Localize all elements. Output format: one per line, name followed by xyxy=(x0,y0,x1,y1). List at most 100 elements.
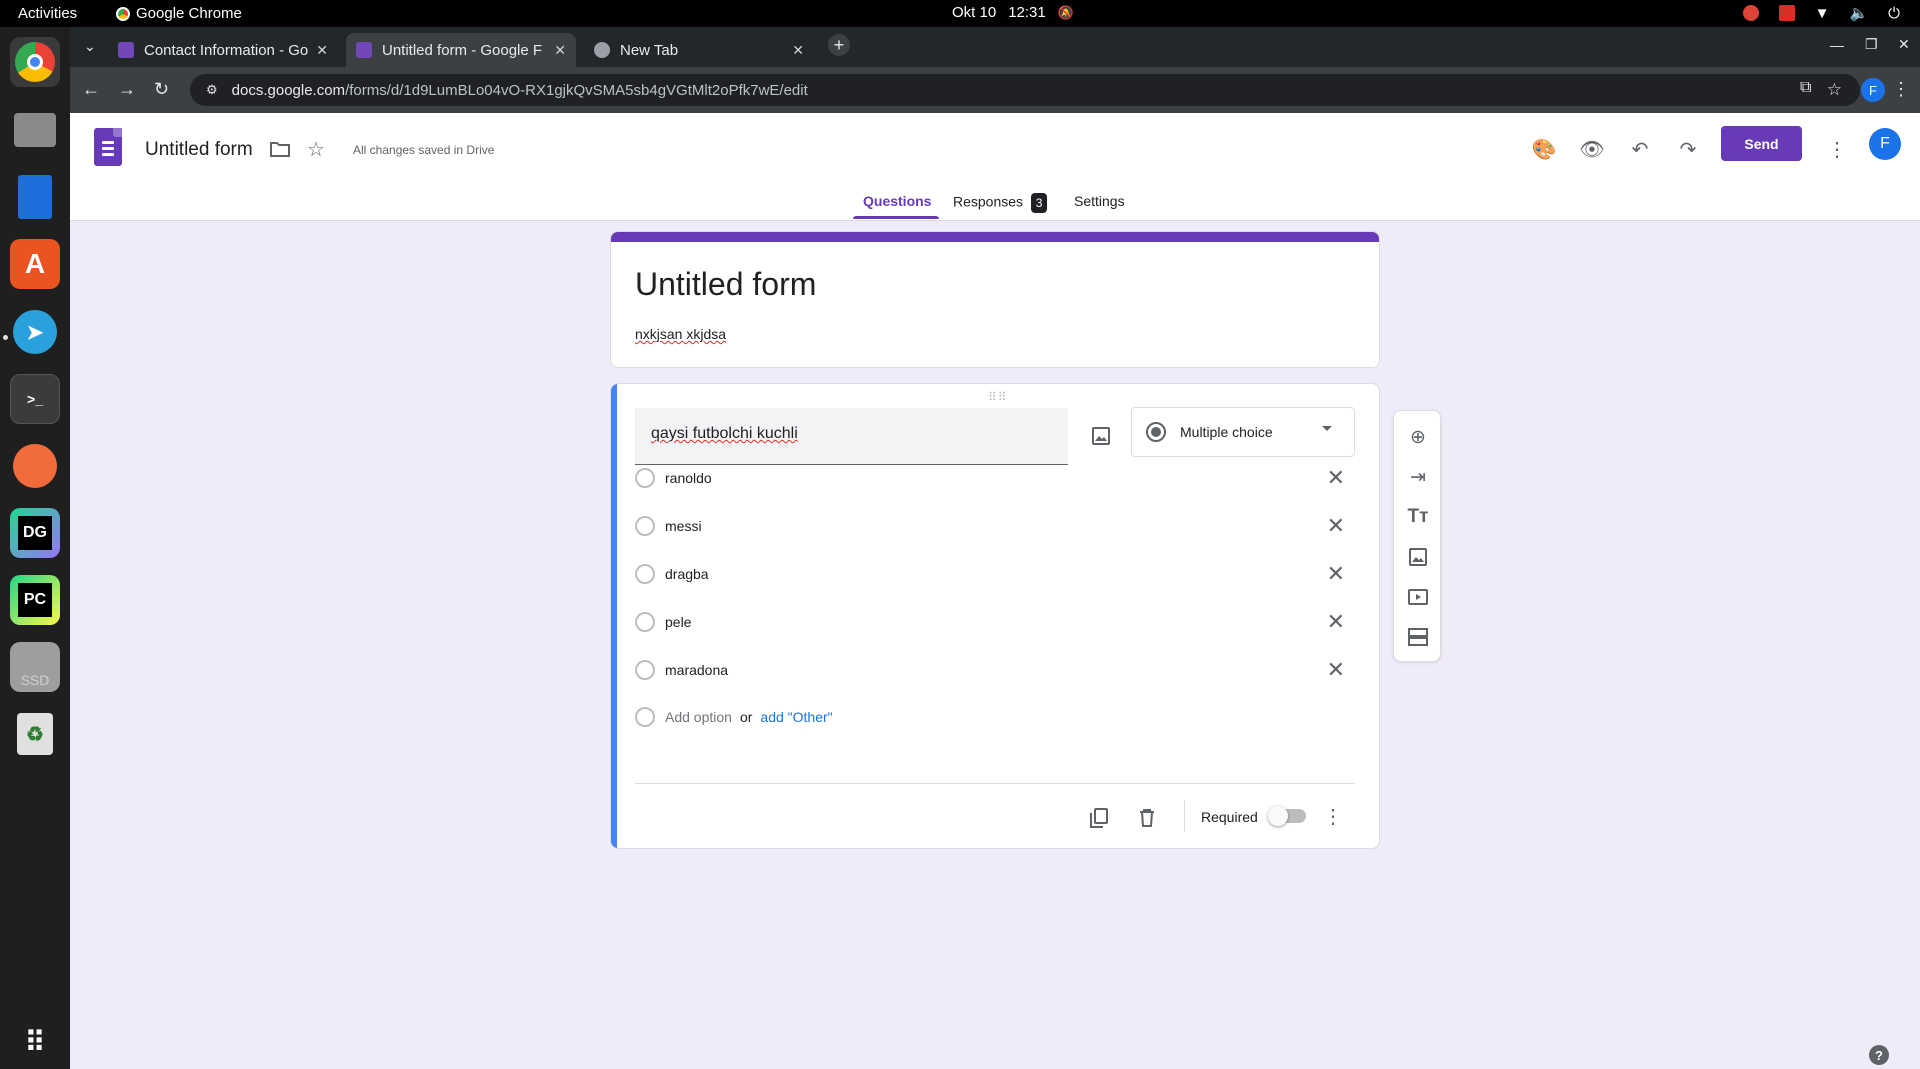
close-tab-icon[interactable]: ✕ xyxy=(792,42,804,59)
ssd-drive-dock-icon[interactable]: SSD xyxy=(10,642,60,692)
tab-new-tab[interactable]: New Tab ✕ xyxy=(584,33,814,67)
undo-icon[interactable]: ↶ xyxy=(1626,135,1654,163)
back-icon[interactable]: ← xyxy=(82,79,100,100)
remove-option-icon[interactable]: ✕ xyxy=(1327,561,1345,587)
google-forms-logo-icon[interactable] xyxy=(94,128,122,166)
remove-option-icon[interactable]: ✕ xyxy=(1327,513,1345,539)
add-section-icon[interactable] xyxy=(1402,621,1434,653)
dropdown-arrow-icon xyxy=(1322,426,1332,431)
minimize-icon[interactable]: — xyxy=(1830,37,1844,53)
add-image-icon[interactable] xyxy=(1402,541,1434,573)
add-video-icon[interactable] xyxy=(1402,581,1434,613)
clock[interactable]: Okt 10 12:31 🔕 xyxy=(952,4,1074,21)
show-apps-grid-icon[interactable]: ⠿ xyxy=(10,1017,60,1067)
option-label[interactable]: messi xyxy=(665,518,702,534)
profile-avatar[interactable]: F xyxy=(1861,78,1885,102)
form-title[interactable]: Untitled form xyxy=(635,266,816,303)
terminal-dock-icon[interactable]: >_ xyxy=(10,374,60,424)
trash-dock-icon[interactable]: ♻ xyxy=(10,709,60,759)
datagrip-dock-icon[interactable]: DG xyxy=(10,508,60,558)
forward-icon[interactable]: → xyxy=(118,79,136,100)
more-options-icon[interactable]: ⋮ xyxy=(1823,135,1851,163)
help-icon[interactable]: ? xyxy=(1869,1045,1889,1065)
title-card-accent-bar xyxy=(611,232,1379,242)
document-title[interactable]: Untitled form xyxy=(145,139,253,161)
form-title-card[interactable]: Untitled form nxkjsan xkjdsa xyxy=(610,231,1380,368)
extensions-puzzle-icon[interactable]: ⧉ xyxy=(1800,79,1811,97)
screen-record-icon xyxy=(1778,5,1795,21)
save-status: All changes saved in Drive xyxy=(353,143,495,157)
tab-search-icon[interactable]: ⌄ xyxy=(84,38,96,55)
option-row[interactable]: ranoldo ✕ xyxy=(635,463,1355,493)
tab-responses[interactable]: Responses 3 xyxy=(953,193,1048,213)
add-image-icon[interactable] xyxy=(1085,420,1117,452)
duplicate-icon[interactable] xyxy=(1083,802,1115,834)
forms-favicon-icon xyxy=(118,42,134,58)
close-tab-icon[interactable]: ✕ xyxy=(316,42,328,59)
chrome-menu-icon[interactable]: ⋮ xyxy=(1892,79,1910,100)
system-tray[interactable]: ▼ 🔈 ⏻ xyxy=(1742,4,1900,22)
clock-date: Okt 10 xyxy=(952,4,997,21)
customize-theme-icon[interactable]: 🎨 xyxy=(1530,135,1558,163)
software-dock-icon[interactable]: A xyxy=(10,239,60,289)
question-title-text: qaysi futbolchi kuchli xyxy=(651,425,798,442)
remove-option-icon[interactable]: ✕ xyxy=(1327,465,1345,491)
browser-toolbar: ← → ↻ ⚙ docs.google.com /forms/d/1d9LumB… xyxy=(70,67,1920,113)
files-dock-icon[interactable] xyxy=(10,105,60,155)
tab-settings[interactable]: Settings xyxy=(1074,193,1125,209)
new-tab-button[interactable]: + xyxy=(828,34,850,56)
question-title-input[interactable]: qaysi futbolchi kuchli xyxy=(635,408,1068,465)
bookmark-star-icon[interactable]: ☆ xyxy=(1827,80,1842,100)
activities-button[interactable]: Activities xyxy=(18,5,77,22)
add-option-button[interactable]: Add option xyxy=(665,709,732,725)
option-row[interactable]: dragba ✕ xyxy=(635,559,1355,589)
add-title-description-icon[interactable]: Tт xyxy=(1402,501,1434,533)
add-question-icon[interactable]: ⊕ xyxy=(1402,421,1434,453)
writer-dock-icon[interactable] xyxy=(10,172,60,222)
question-card[interactable]: ⠿⠿ qaysi futbolchi kuchli Multiple choic… xyxy=(610,383,1380,849)
maximize-icon[interactable]: ❐ xyxy=(1865,36,1878,53)
send-button[interactable]: Send xyxy=(1721,126,1802,161)
option-row[interactable]: messi ✕ xyxy=(635,511,1355,541)
reload-icon[interactable]: ↻ xyxy=(154,79,169,100)
remove-option-icon[interactable]: ✕ xyxy=(1327,657,1345,683)
question-type-dropdown[interactable]: Multiple choice xyxy=(1131,407,1355,457)
remove-option-icon[interactable]: ✕ xyxy=(1327,609,1345,635)
redo-icon[interactable]: ↷ xyxy=(1674,135,1702,163)
pycharm-dock-icon[interactable]: PC xyxy=(10,575,60,625)
tab-questions[interactable]: Questions xyxy=(863,193,931,209)
question-more-options-icon[interactable]: ⋮ xyxy=(1323,804,1343,829)
radio-icon xyxy=(635,468,655,488)
option-row[interactable]: pele ✕ xyxy=(635,607,1355,637)
option-label[interactable]: ranoldo xyxy=(665,470,712,486)
system-top-bar: Activities Google Chrome Okt 10 12:31 🔕 … xyxy=(0,0,1920,27)
import-questions-icon[interactable]: ⇥ xyxy=(1402,461,1434,493)
tab-contact-information[interactable]: Contact Information - Go ✕ xyxy=(108,33,338,67)
preview-eye-icon[interactable]: 👁 xyxy=(1578,135,1606,163)
close-window-icon[interactable]: ✕ xyxy=(1898,36,1910,53)
required-toggle[interactable] xyxy=(1268,806,1306,826)
site-info-icon[interactable]: ⚙ xyxy=(206,82,218,98)
app-menu[interactable]: Google Chrome xyxy=(116,5,242,22)
forms-favicon-icon xyxy=(356,42,372,58)
chrome-icon xyxy=(116,6,130,21)
option-row[interactable]: maradona ✕ xyxy=(635,655,1355,685)
option-label[interactable]: dragba xyxy=(665,566,709,582)
option-label[interactable]: maradona xyxy=(665,662,728,678)
add-other-link[interactable]: add "Other" xyxy=(760,709,832,725)
drag-handle-icon[interactable]: ⠿⠿ xyxy=(988,390,1008,404)
tab-untitled-form[interactable]: Untitled form - Google F ✕ xyxy=(346,33,576,67)
account-avatar[interactable]: F xyxy=(1869,128,1901,160)
postman-dock-icon[interactable] xyxy=(10,441,60,491)
question-footer-divider xyxy=(635,783,1355,784)
star-icon[interactable]: ☆ xyxy=(302,135,330,163)
or-text: or xyxy=(739,709,753,725)
chrome-dock-icon[interactable] xyxy=(10,37,60,87)
telegram-dock-icon[interactable]: ➤ xyxy=(10,307,60,357)
close-tab-icon[interactable]: ✕ xyxy=(554,42,566,59)
option-label[interactable]: pele xyxy=(665,614,691,630)
address-bar[interactable]: ⚙ docs.google.com /forms/d/1d9LumBLo04vO… xyxy=(190,74,1860,106)
delete-trash-icon[interactable] xyxy=(1131,802,1163,834)
form-description[interactable]: nxkjsan xkjdsa xyxy=(635,326,726,342)
move-to-folder-icon[interactable] xyxy=(266,135,294,163)
